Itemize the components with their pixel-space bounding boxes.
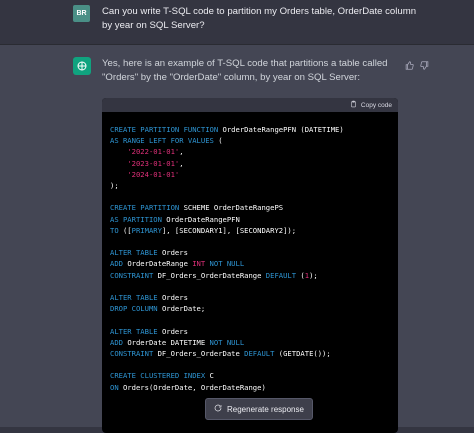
code-line: CONSTRAINT DF_Orders_OrderDate DEFAULT (…	[110, 348, 390, 359]
assistant-intro-text: Yes, here is an example of T-SQL code th…	[102, 58, 388, 83]
thumb-down-icon[interactable]	[420, 57, 429, 70]
code-line: DROP COLUMN OrderDate;	[110, 303, 390, 314]
user-message-row: BR Can you write T-SQL code to partition…	[0, 0, 474, 45]
thumb-up-icon[interactable]	[405, 57, 414, 70]
openai-logo-icon	[73, 57, 91, 75]
code-token: );	[110, 181, 119, 191]
code-line: CREATE PARTITION SCHEME OrderDateRangePS	[110, 202, 390, 213]
code-token: ,	[179, 158, 184, 168]
code-token: (	[218, 136, 223, 146]
code-token: DEFAULT	[244, 349, 279, 359]
code-token: NOT NULL	[209, 259, 245, 269]
code-token: ADD	[110, 259, 128, 269]
code-line: CONSTRAINT DF_Orders_OrderDateRange DEFA…	[110, 270, 390, 281]
code-token: C	[209, 371, 214, 381]
code-line: ON Orders(OrderDate, OrderDateRange)	[110, 382, 390, 393]
code-token: CREATE PARTITION	[110, 203, 184, 213]
code-token: DEFAULT	[265, 270, 301, 280]
code-line: ADD OrderDateRange INT NOT NULL	[110, 258, 390, 269]
code-content: CREATE PARTITION FUNCTION OrderDateRange…	[102, 112, 398, 405]
code-token: PRIMARY	[131, 225, 162, 235]
code-token: CREATE PARTITION FUNCTION	[110, 125, 223, 134]
code-token: AS RANGE LEFT FOR VALUES	[110, 136, 219, 146]
code-token: ADD	[110, 337, 128, 347]
code-token: DF_Orders_OrderDateRange	[157, 270, 266, 280]
code-line: ALTER TABLE Orders	[110, 326, 390, 337]
code-line: ALTER TABLE Orders	[110, 247, 390, 258]
code-token: Orders	[161, 248, 188, 258]
code-header: Copy code	[102, 98, 398, 112]
code-token: '2023-01-01'	[127, 158, 180, 168]
code-token: SCHEME OrderDateRangePS	[183, 203, 284, 213]
code-token: '2022-01-01'	[127, 147, 180, 157]
regenerate-label: Regenerate response	[227, 404, 304, 414]
code-line: ALTER TABLE Orders	[110, 292, 390, 303]
code-token: Orders	[161, 326, 188, 336]
feedback-actions	[405, 57, 429, 70]
code-line: TO ([PRIMARY], [SECONDARY1], [SECONDARY2…	[110, 225, 390, 236]
clipboard-icon	[350, 100, 357, 110]
code-token: '2024-01-01'	[127, 169, 180, 179]
code-token: CONSTRAINT	[110, 349, 158, 359]
code-token: OrderDateRangePFN	[166, 214, 240, 224]
code-token: ALTER TABLE	[110, 293, 162, 303]
code-line: AS PARTITION OrderDateRangePFN	[110, 214, 390, 225]
code-token: INT	[192, 259, 210, 269]
regenerate-response-button[interactable]: Regenerate response	[205, 398, 313, 420]
code-token: ALTER TABLE	[110, 326, 162, 336]
code-line: CREATE PARTITION FUNCTION OrderDateRange…	[110, 124, 390, 135]
code-token: Orders	[161, 293, 188, 303]
code-token: OrderDateRangePFN (DATETIME)	[222, 125, 344, 134]
code-block: Copy code CREATE PARTITION FUNCTION Orde…	[102, 98, 398, 433]
code-token: );	[309, 270, 318, 280]
code-token: AS PARTITION	[110, 214, 167, 224]
code-line: AS RANGE LEFT FOR VALUES (	[110, 135, 390, 146]
code-token: ALTER TABLE	[110, 248, 162, 258]
refresh-icon	[214, 404, 222, 414]
code-token: (GETDATE());	[278, 349, 331, 359]
code-token: CONSTRAINT	[110, 270, 158, 280]
user-avatar: BR	[73, 5, 90, 22]
code-line: );	[110, 180, 390, 191]
code-token: ([	[122, 225, 132, 235]
code-token: OrderDate DATETIME	[127, 337, 210, 347]
user-message-text: Can you write T-SQL code to partition my…	[102, 6, 417, 31]
assistant-message-row: Yes, here is an example of T-SQL code th…	[0, 45, 474, 433]
code-token: ON	[110, 382, 123, 392]
code-token: DF_Orders_OrderDate	[157, 349, 245, 359]
code-token: Orders(OrderDate, OrderDateRange)	[122, 382, 266, 392]
code-token: OrderDateRange	[127, 259, 193, 269]
code-line: '2022-01-01',	[110, 146, 390, 157]
code-token: DROP COLUMN	[110, 304, 162, 314]
code-token: TO	[110, 225, 123, 235]
code-line: CREATE CLUSTERED INDEX C	[110, 370, 390, 381]
code-line: '2024-01-01'	[110, 169, 390, 180]
code-token: CREATE CLUSTERED INDEX	[110, 371, 210, 381]
code-token: NOT NULL	[209, 337, 245, 347]
code-line: ADD OrderDate DATETIME NOT NULL	[110, 337, 390, 348]
code-token: ], [SECONDARY1], [SECONDARY2]);	[161, 225, 297, 235]
copy-code-button[interactable]: Copy code	[350, 100, 392, 110]
code-token: OrderDate;	[161, 304, 206, 314]
code-token: ,	[179, 147, 184, 157]
code-line: '2023-01-01',	[110, 158, 390, 169]
copy-code-label: Copy code	[360, 101, 392, 109]
